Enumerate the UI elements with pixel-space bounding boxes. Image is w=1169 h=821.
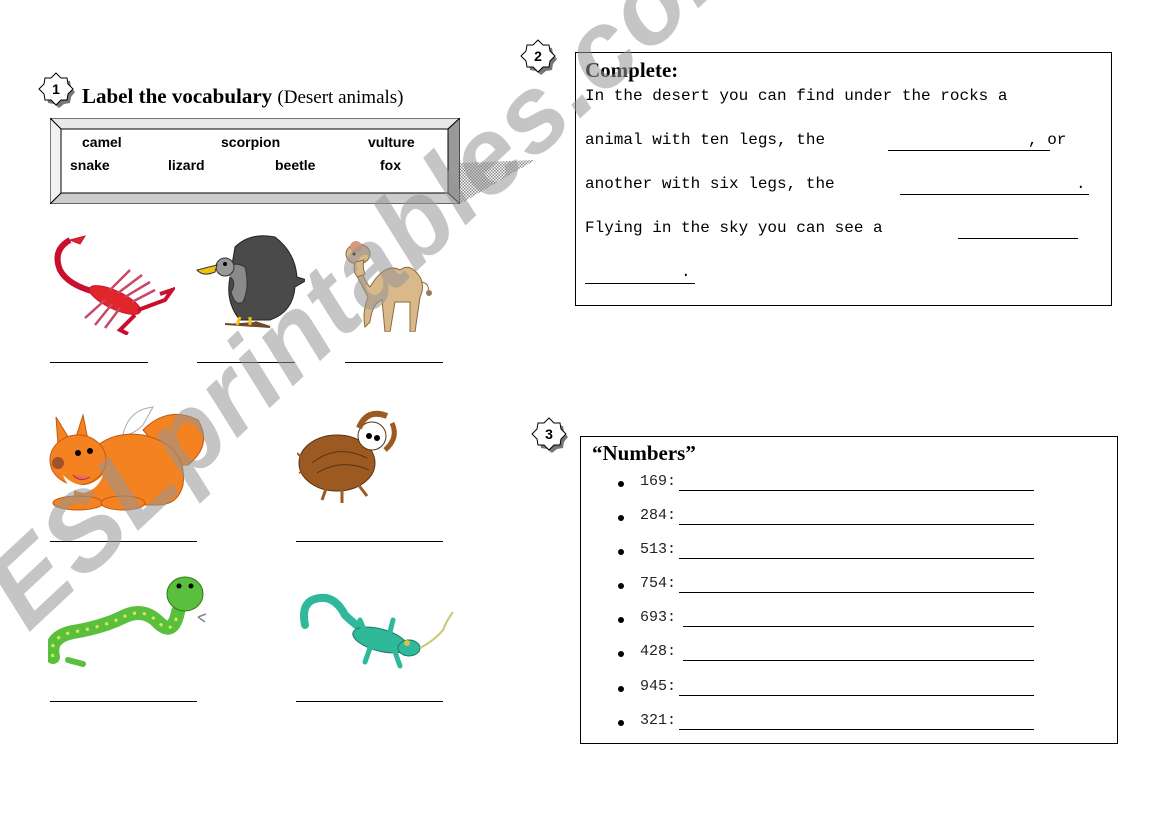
number-answer-blank[interactable] bbox=[679, 524, 1034, 525]
number-label: 754: bbox=[640, 575, 677, 592]
number-label: 284: bbox=[640, 507, 677, 524]
answer-blank-camel[interactable] bbox=[345, 362, 443, 363]
numbers-exercise-box: “Numbers” 169: 284: 513: 754: 693: 428: … bbox=[580, 436, 1118, 744]
fill-blank-vulture-part1[interactable] bbox=[958, 238, 1078, 239]
badge-number: 2 bbox=[534, 48, 542, 64]
number-label: 169: bbox=[640, 473, 677, 490]
answer-blank-snake[interactable] bbox=[50, 701, 197, 702]
fox-picture bbox=[49, 406, 205, 511]
title-text: Label the vocabulary bbox=[82, 84, 273, 108]
numbers-heading: “Numbers” bbox=[592, 441, 696, 465]
number-answer-blank[interactable] bbox=[679, 695, 1034, 696]
sentence-line-5-end: . bbox=[681, 263, 691, 281]
fill-blank-vulture-part2[interactable] bbox=[585, 283, 695, 284]
sentence-line-2: animal with ten legs, the bbox=[585, 131, 826, 149]
fill-blank-scorpion[interactable] bbox=[888, 150, 1050, 151]
answer-blank-vulture[interactable] bbox=[197, 362, 295, 363]
section-1-badge: 1 bbox=[36, 72, 76, 112]
section-2-badge: 2 bbox=[518, 39, 558, 79]
bullet-icon bbox=[618, 583, 624, 589]
number-label: 513: bbox=[640, 541, 677, 558]
beetle-picture bbox=[297, 410, 397, 503]
number-answer-blank[interactable] bbox=[679, 490, 1034, 491]
vulture-picture bbox=[196, 235, 305, 328]
lizard-picture bbox=[300, 593, 454, 669]
camel-picture bbox=[345, 241, 432, 332]
number-answer-blank[interactable] bbox=[679, 558, 1034, 559]
answer-blank-fox[interactable] bbox=[50, 541, 197, 542]
bullet-icon bbox=[618, 617, 624, 623]
number-answer-blank[interactable] bbox=[679, 592, 1034, 593]
bullet-icon bbox=[618, 686, 624, 692]
badge-number: 3 bbox=[545, 426, 553, 442]
number-answer-blank[interactable] bbox=[679, 729, 1034, 730]
bullet-icon bbox=[618, 515, 624, 521]
number-answer-blank[interactable] bbox=[683, 660, 1034, 661]
number-label: 693: bbox=[640, 609, 677, 626]
vocab-word-fox: fox bbox=[380, 157, 401, 173]
vocab-word-lizard: lizard bbox=[168, 157, 205, 173]
answer-blank-lizard[interactable] bbox=[296, 701, 443, 702]
number-item: 513: bbox=[612, 541, 1042, 563]
number-item: 284: bbox=[612, 507, 1042, 529]
number-item: 321: bbox=[612, 712, 1042, 734]
answer-blank-scorpion[interactable] bbox=[50, 362, 148, 363]
sentence-line-3: another with six legs, the bbox=[585, 175, 835, 193]
subtitle-text: (Desert animals) bbox=[277, 87, 404, 108]
complete-exercise-box: Complete: In the desert you can find und… bbox=[575, 52, 1112, 306]
answer-blank-beetle[interactable] bbox=[296, 541, 443, 542]
sentence-line-1: In the desert you can find under the roc… bbox=[585, 87, 1008, 105]
scorpion-picture bbox=[54, 235, 175, 335]
number-item: 428: bbox=[612, 643, 1042, 665]
bullet-icon bbox=[618, 549, 624, 555]
number-label: 428: bbox=[640, 643, 677, 660]
vocab-word-camel: camel bbox=[82, 134, 122, 150]
section-3-badge: 3 bbox=[529, 417, 569, 457]
vocab-word-snake: snake bbox=[70, 157, 110, 173]
number-answer-blank[interactable] bbox=[683, 626, 1034, 627]
fill-blank-beetle[interactable] bbox=[900, 194, 1089, 195]
section-1-title: Label the vocabulary (Desert animals) bbox=[82, 84, 404, 109]
sentence-line-4: Flying in the sky you can see a bbox=[585, 219, 883, 237]
sentence-line-2-end: , or bbox=[1028, 131, 1067, 149]
sentence-line-3-end: . bbox=[1076, 175, 1086, 193]
bullet-icon bbox=[618, 651, 624, 657]
number-label: 321: bbox=[640, 712, 677, 729]
number-label: 945: bbox=[640, 678, 677, 695]
number-item: 754: bbox=[612, 575, 1042, 597]
number-item: 169: bbox=[612, 473, 1042, 495]
vocab-word-beetle: beetle bbox=[275, 157, 316, 173]
bullet-icon bbox=[618, 720, 624, 726]
vocabulary-word-bank: camel scorpion vulture snake lizard beet… bbox=[50, 118, 460, 204]
complete-heading: Complete: bbox=[585, 58, 679, 82]
vocab-word-scorpion: scorpion bbox=[221, 134, 281, 150]
snake-picture bbox=[48, 576, 207, 667]
vocab-word-vulture: vulture bbox=[368, 134, 415, 150]
badge-number: 1 bbox=[52, 81, 60, 97]
bullet-icon bbox=[618, 481, 624, 487]
number-item: 945: bbox=[612, 678, 1042, 700]
number-item: 693: bbox=[612, 609, 1042, 631]
